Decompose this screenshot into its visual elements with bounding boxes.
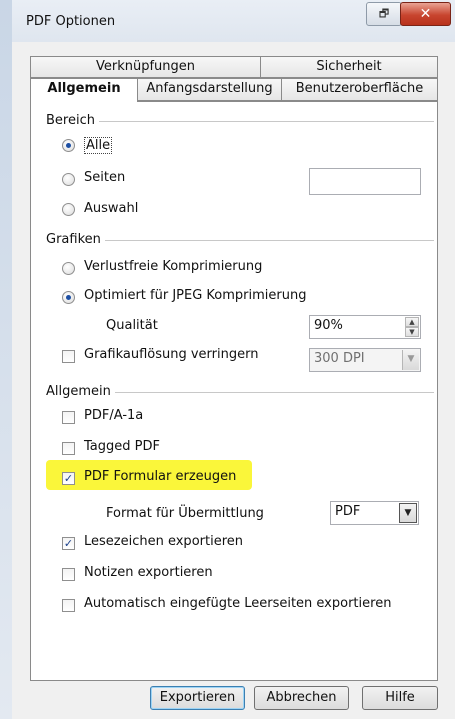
group-title-grafiken: Grafiken bbox=[46, 232, 105, 247]
checkbox-blank-pages[interactable] bbox=[62, 599, 75, 612]
tab-sicherheit[interactable]: Sicherheit bbox=[260, 56, 438, 78]
checkbox-tagged-pdf[interactable] bbox=[62, 442, 75, 455]
tab-benutzeroberflaeche[interactable]: Benutzeroberfläche bbox=[281, 78, 438, 101]
group-separator bbox=[96, 121, 434, 122]
checkbox-label-pdfa[interactable]: PDF/A-1a bbox=[84, 408, 143, 423]
tab-label: Anfangsdarstellung bbox=[146, 81, 273, 96]
group-separator bbox=[104, 240, 434, 241]
cancel-button[interactable]: Abbrechen bbox=[254, 686, 349, 710]
checkbox-label-reduce-resolution[interactable]: Grafikauflösung verringern bbox=[84, 347, 258, 362]
checkbox-pdf-form[interactable]: ✓ bbox=[62, 472, 75, 485]
radio-seiten[interactable] bbox=[62, 173, 75, 186]
quality-spinbox[interactable]: 90% ▲ ▼ bbox=[309, 315, 421, 339]
checkbox-notes[interactable] bbox=[62, 568, 75, 581]
label-text: Alle bbox=[86, 138, 111, 153]
checkbox-label-tagged-pdf[interactable]: Tagged PDF bbox=[84, 439, 160, 454]
restore-icon: 🗗 bbox=[378, 6, 390, 20]
radio-label-verlustfrei[interactable]: Verlustfreie Komprimierung bbox=[84, 259, 262, 274]
format-dropdown[interactable]: PDF ▼ bbox=[330, 501, 419, 525]
export-button[interactable]: Exportieren bbox=[150, 686, 245, 710]
checkbox-label-blank-pages[interactable]: Automatisch eingefügte Leerseiten export… bbox=[84, 596, 391, 611]
tab-label: Sicherheit bbox=[316, 59, 382, 74]
tab-anfangsdarstellung[interactable]: Anfangsdarstellung bbox=[137, 78, 282, 101]
dpi-dropdown: 300 DPI ▼ bbox=[309, 348, 421, 372]
radio-verlustfrei[interactable] bbox=[62, 262, 75, 275]
radio-label-jpeg[interactable]: Optimiert für JPEG Komprimierung bbox=[84, 288, 306, 303]
checkbox-label-pdf-form[interactable]: PDF Formular erzeugen bbox=[84, 469, 236, 484]
format-value: PDF bbox=[335, 504, 361, 519]
tab-verknuepfungen[interactable]: Verknüpfungen bbox=[30, 56, 261, 78]
radio-label-seiten[interactable]: Seiten bbox=[84, 170, 125, 185]
chevron-down-icon[interactable]: ▼ bbox=[399, 503, 417, 523]
spin-up-icon[interactable]: ▲ bbox=[405, 317, 419, 327]
quality-label: Qualität bbox=[106, 318, 158, 333]
dpi-value: 300 DPI bbox=[314, 351, 365, 366]
window-frame bbox=[0, 0, 12, 719]
help-button[interactable]: Hilfe bbox=[362, 686, 438, 710]
group-title-bereich: Bereich bbox=[46, 113, 99, 128]
tab-allgemein[interactable]: Allgemein bbox=[30, 78, 138, 102]
quality-value: 90% bbox=[314, 318, 343, 333]
radio-alle[interactable] bbox=[62, 139, 75, 152]
chevron-down-icon: ▼ bbox=[402, 350, 419, 370]
radio-label-auswahl[interactable]: Auswahl bbox=[84, 201, 138, 216]
group-title-allgemein: Allgemein bbox=[46, 384, 115, 399]
tab-label: Allgemein bbox=[47, 81, 121, 96]
tab-label: Verknüpfungen bbox=[95, 59, 196, 74]
radio-label-alle[interactable]: Alle bbox=[84, 137, 113, 154]
close-icon: ✕ bbox=[419, 6, 432, 22]
format-label: Format für Übermittlung bbox=[106, 506, 264, 521]
checkbox-pdfa[interactable] bbox=[62, 411, 75, 424]
radio-jpeg[interactable] bbox=[62, 291, 75, 304]
checkbox-label-notes[interactable]: Notizen exportieren bbox=[84, 565, 213, 580]
spin-down-icon[interactable]: ▼ bbox=[405, 327, 419, 337]
tab-label: Benutzeroberfläche bbox=[295, 81, 424, 96]
close-button[interactable]: ✕ bbox=[400, 2, 451, 26]
window-title: PDF Optionen bbox=[26, 14, 116, 29]
checkbox-bookmarks[interactable]: ✓ bbox=[62, 537, 75, 550]
restore-button[interactable]: 🗗 bbox=[366, 2, 402, 26]
pages-input[interactable] bbox=[309, 168, 421, 195]
checkbox-reduce-resolution[interactable] bbox=[62, 350, 75, 363]
radio-auswahl[interactable] bbox=[62, 203, 75, 216]
checkbox-label-bookmarks[interactable]: Lesezeichen exportieren bbox=[84, 534, 243, 549]
group-separator bbox=[112, 392, 434, 393]
